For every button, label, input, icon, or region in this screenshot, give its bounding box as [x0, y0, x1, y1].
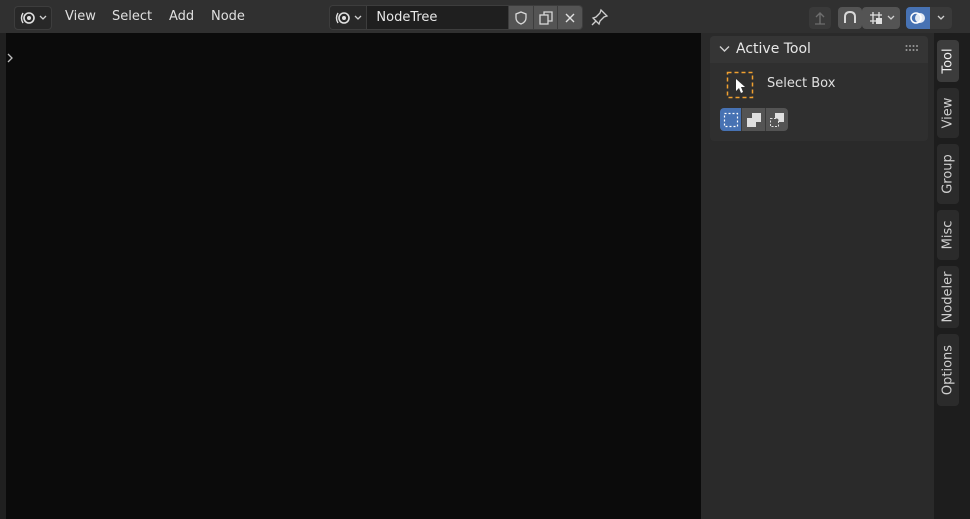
parent-node-tree-button[interactable]	[809, 7, 831, 29]
snap-increment-icon	[869, 12, 882, 24]
toolbar-expand-icon[interactable]	[6, 52, 16, 64]
select-subtract-icon	[769, 112, 784, 127]
editor-type-button[interactable]	[14, 6, 52, 30]
node-editor-canvas[interactable]	[6, 33, 701, 519]
tab-misc[interactable]: Misc	[937, 210, 959, 260]
chevron-down-icon	[39, 15, 47, 20]
select-box-tool-icon	[726, 71, 754, 99]
duplicate-icon	[538, 10, 553, 25]
snap-toggle[interactable]	[838, 7, 862, 29]
mode-extend-button[interactable]	[741, 108, 765, 131]
node-tree-selector: NodeTree	[329, 5, 583, 30]
mode-set-button[interactable]	[720, 108, 742, 131]
snap-mode-dropdown[interactable]	[862, 7, 900, 29]
chevron-down-icon	[887, 15, 894, 20]
shader-editor-icon	[335, 11, 350, 24]
tool-name-label: Select Box	[767, 76, 836, 91]
sidebar-tabs: Tool View Group Misc Nodeler Options	[934, 33, 970, 519]
parent-node-tree-icon	[815, 12, 825, 25]
menu-select[interactable]: Select	[112, 6, 152, 28]
unlink-button[interactable]	[557, 6, 582, 29]
menu-node[interactable]: Node	[211, 6, 245, 28]
overlays-dropdown[interactable]	[930, 7, 952, 29]
tab-tool[interactable]: Tool	[937, 40, 959, 82]
chevron-down-icon	[354, 15, 362, 20]
node-tree-name-field[interactable]: NodeTree	[367, 6, 509, 29]
pin-icon	[591, 8, 609, 26]
shader-editor-icon	[20, 12, 35, 24]
drag-handle-icon[interactable]	[905, 44, 921, 52]
duplicate-button[interactable]	[532, 6, 558, 29]
menu-add[interactable]: Add	[169, 6, 194, 28]
overlays-toggle[interactable]	[906, 7, 930, 29]
active-tool-panel: Active Tool Select Box	[710, 36, 928, 141]
tab-nodeler[interactable]: Nodeler	[937, 266, 959, 328]
snap-icon	[844, 10, 856, 23]
fake-user-button[interactable]	[508, 6, 533, 29]
select-set-icon	[723, 112, 738, 127]
mode-subtract-button[interactable]	[764, 108, 789, 131]
selection-mode-buttons	[720, 108, 789, 131]
pin-button[interactable]	[590, 7, 610, 27]
menu-view[interactable]: View	[65, 6, 96, 28]
chevron-down-icon	[719, 46, 730, 52]
tab-options[interactable]: Options	[937, 334, 959, 406]
editor-header: View Select Add Node NodeTree	[0, 0, 970, 33]
panel-title: Active Tool	[736, 41, 811, 57]
node-tree-browse-button[interactable]	[330, 6, 368, 29]
active-tool-panel-header[interactable]: Active Tool	[710, 36, 928, 63]
chevron-down-icon	[937, 15, 945, 20]
select-extend-icon	[746, 112, 761, 127]
tab-group[interactable]: Group	[937, 144, 959, 204]
tab-view[interactable]: View	[937, 88, 959, 138]
overlays-icon	[910, 12, 925, 24]
shield-icon	[515, 10, 527, 25]
close-icon	[565, 13, 575, 22]
